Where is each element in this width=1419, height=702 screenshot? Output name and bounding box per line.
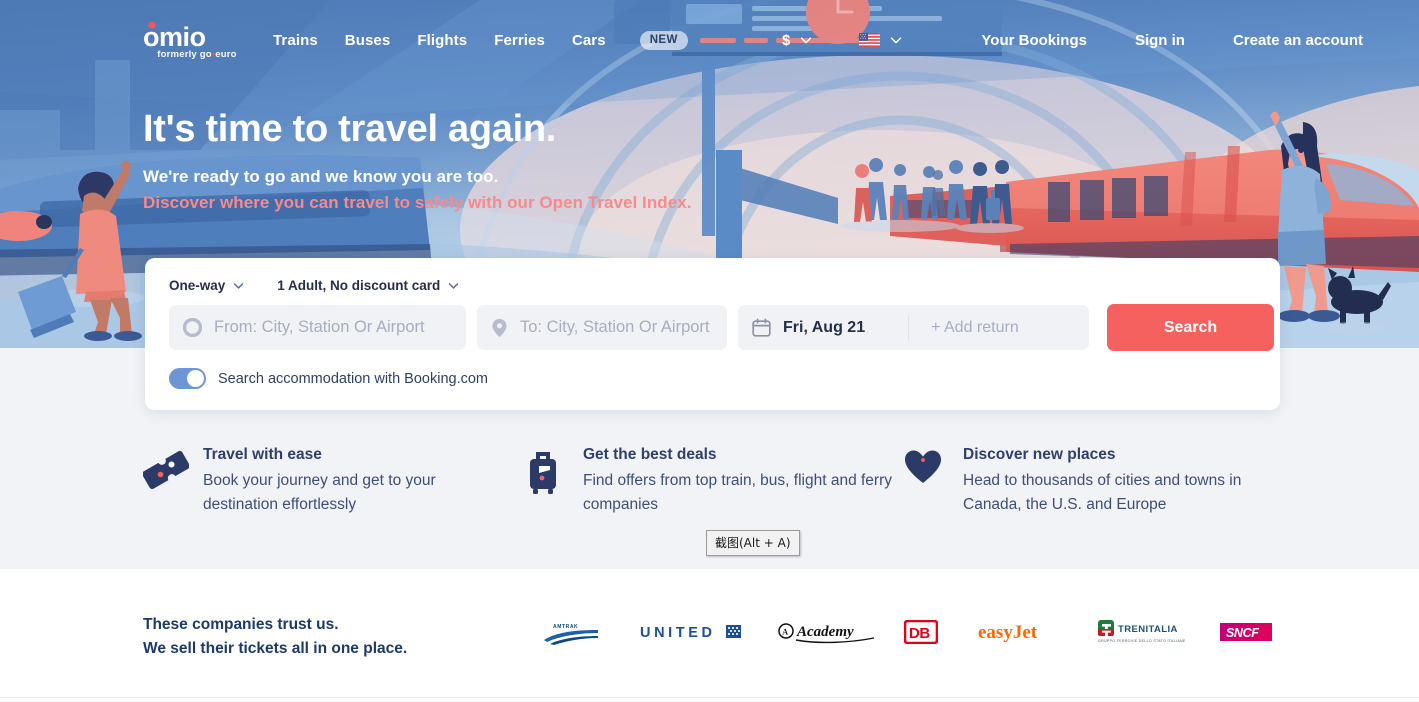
- hero-headline: It's time to travel again.: [143, 108, 557, 150]
- feature-desc: Head to thousands of cities and towns in…: [963, 472, 1242, 514]
- nav-flights[interactable]: Flights: [417, 32, 467, 49]
- svg-text:DB: DB: [909, 625, 930, 642]
- svg-text:Academy: Academy: [796, 624, 854, 640]
- create-account-link[interactable]: Create an account: [1233, 32, 1363, 49]
- nav-cars-label: Cars: [571, 31, 606, 49]
- hero-subhead: We're ready to go and we know you are to…: [143, 166, 499, 186]
- svg-text:TRENITALIA: TRENITALIA: [1118, 624, 1178, 635]
- easyjet-logo: easyJet: [978, 609, 1074, 655]
- to-placeholder: To: City, Station Or Airport: [520, 318, 710, 336]
- new-badge: NEW: [639, 30, 688, 50]
- svg-text:UNITED: UNITED: [640, 625, 716, 641]
- us-flag-icon: [859, 33, 881, 47]
- accommodation-label: Search accommodation with Booking.com: [218, 370, 488, 387]
- origin-circle-icon: [183, 318, 202, 337]
- language-selector[interactable]: [859, 33, 903, 47]
- top-navigation: omio formerly go•euro Trains Buses Fligh…: [0, 0, 1419, 80]
- amtrak-logo: AMTRAK: [542, 609, 600, 655]
- passengers-value: 1 Adult, No discount card: [277, 278, 441, 293]
- united-logo: UNITED: [640, 609, 748, 655]
- feature-discover-places: Discover new places Head to thousands of…: [903, 446, 1283, 517]
- trip-type-selector[interactable]: One-way: [169, 278, 245, 293]
- page-bottom-divider: [0, 697, 1419, 698]
- feature-travel-with-ease: Travel with ease Book your journey and g…: [142, 446, 513, 517]
- trust-section: These companies trust us. We sell their …: [0, 569, 1419, 702]
- feature-best-deals: Get the best deals Find offers from top …: [523, 446, 893, 517]
- logo-tagline: formerly go•euro: [157, 48, 237, 60]
- search-options-row: One-way 1 Adult, No discount card: [145, 258, 1280, 293]
- from-field[interactable]: From: City, Station Or Airport: [169, 305, 466, 350]
- page-root: omio formerly go•euro Trains Buses Fligh…: [0, 0, 1419, 702]
- your-bookings-link[interactable]: Your Bookings: [981, 32, 1087, 49]
- feature-desc: Find offers from top train, bus, flight …: [583, 472, 892, 514]
- to-field[interactable]: To: City, Station Or Airport: [477, 305, 727, 350]
- chevron-down-icon: [449, 283, 459, 289]
- feature-desc: Book your journey and get to your destin…: [203, 472, 436, 514]
- db-logo: DB: [904, 609, 938, 655]
- feature-title: Discover new places: [963, 446, 1116, 463]
- search-button[interactable]: Search: [1107, 304, 1274, 351]
- calendar-icon: [752, 318, 771, 337]
- open-travel-index-link[interactable]: Discover where you can travel to safely …: [143, 193, 691, 213]
- nav-ferries[interactable]: Ferries: [494, 32, 545, 49]
- from-placeholder: From: City, Station Or Airport: [214, 318, 425, 336]
- accommodation-row: Search accommodation with Booking.com: [145, 351, 1280, 389]
- field-divider: [908, 314, 910, 341]
- destination-pin-icon: [492, 318, 507, 337]
- svg-text:omio: omio: [143, 22, 206, 48]
- feature-title: Travel with ease: [203, 446, 322, 463]
- trenitalia-logo: TRENITALIA GRUPPO FERROVIE DELLO STATO I…: [1098, 609, 1210, 655]
- feature-title: Get the best deals: [583, 446, 717, 463]
- nav-trains[interactable]: Trains: [273, 32, 318, 49]
- suitcase-icon: [523, 446, 569, 501]
- currency-selector[interactable]: $: [782, 32, 813, 49]
- feature-text: Get the best deals Find offers from top …: [583, 446, 893, 517]
- departure-date-value: Fri, Aug 21: [783, 318, 866, 336]
- feature-text: Travel with ease Book your journey and g…: [203, 446, 513, 517]
- sign-in-link[interactable]: Sign in: [1135, 32, 1185, 49]
- partner-logos: AMTRAK UNITED A Academy DB easyJet TRENI…: [520, 609, 1310, 659]
- currency-symbol: $: [782, 31, 791, 49]
- passengers-selector[interactable]: 1 Adult, No discount card: [277, 278, 460, 293]
- search-fields-row: From: City, Station Or Airport To: City,…: [145, 293, 1280, 351]
- nav-buses[interactable]: Buses: [345, 32, 391, 49]
- svg-text:SNCF: SNCF: [1226, 626, 1259, 640]
- search-widget: One-way 1 Adult, No discount card From: …: [145, 258, 1280, 410]
- date-field[interactable]: Fri, Aug 21 + Add return: [738, 305, 1089, 350]
- sncf-logo: SNCF: [1220, 609, 1272, 655]
- ticket-icon: [142, 446, 190, 497]
- screenshot-tooltip: 截图(Alt + A): [706, 530, 800, 556]
- trust-line-1: These companies trust us.: [143, 616, 339, 633]
- svg-text:A: A: [782, 628, 788, 637]
- omio-logo[interactable]: omio formerly go•euro: [143, 20, 251, 60]
- nav-links: Trains Buses Flights Ferries Cars NEW: [273, 30, 688, 50]
- academy-logo: A Academy: [778, 609, 880, 655]
- trust-line-2: We sell their tickets all in one place.: [143, 640, 408, 658]
- omio-wordmark-icon: omio: [143, 20, 206, 48]
- nav-cars[interactable]: Cars NEW: [571, 30, 688, 50]
- heart-icon: [903, 446, 949, 491]
- svg-text:easyJet: easyJet: [978, 622, 1038, 643]
- chevron-down-icon: [891, 37, 902, 44]
- feature-text: Discover new places Head to thousands of…: [963, 446, 1283, 517]
- svg-text:AMTRAK: AMTRAK: [553, 624, 578, 630]
- trip-type-value: One-way: [169, 278, 226, 293]
- hero-copy: It's time to travel again. We're ready t…: [143, 108, 691, 213]
- nav-right-group: $ Your Bookings Sign in Create an accoun…: [782, 32, 1363, 49]
- chevron-down-icon: [801, 37, 812, 44]
- accommodation-toggle[interactable]: [169, 368, 206, 389]
- trust-copy: These companies trust us. We sell their …: [143, 613, 407, 661]
- chevron-down-icon: [233, 283, 244, 289]
- svg-text:GRUPPO FERROVIE DELLO STATO IT: GRUPPO FERROVIE DELLO STATO ITALIANE: [1098, 639, 1186, 643]
- add-return-placeholder[interactable]: + Add return: [931, 319, 1019, 337]
